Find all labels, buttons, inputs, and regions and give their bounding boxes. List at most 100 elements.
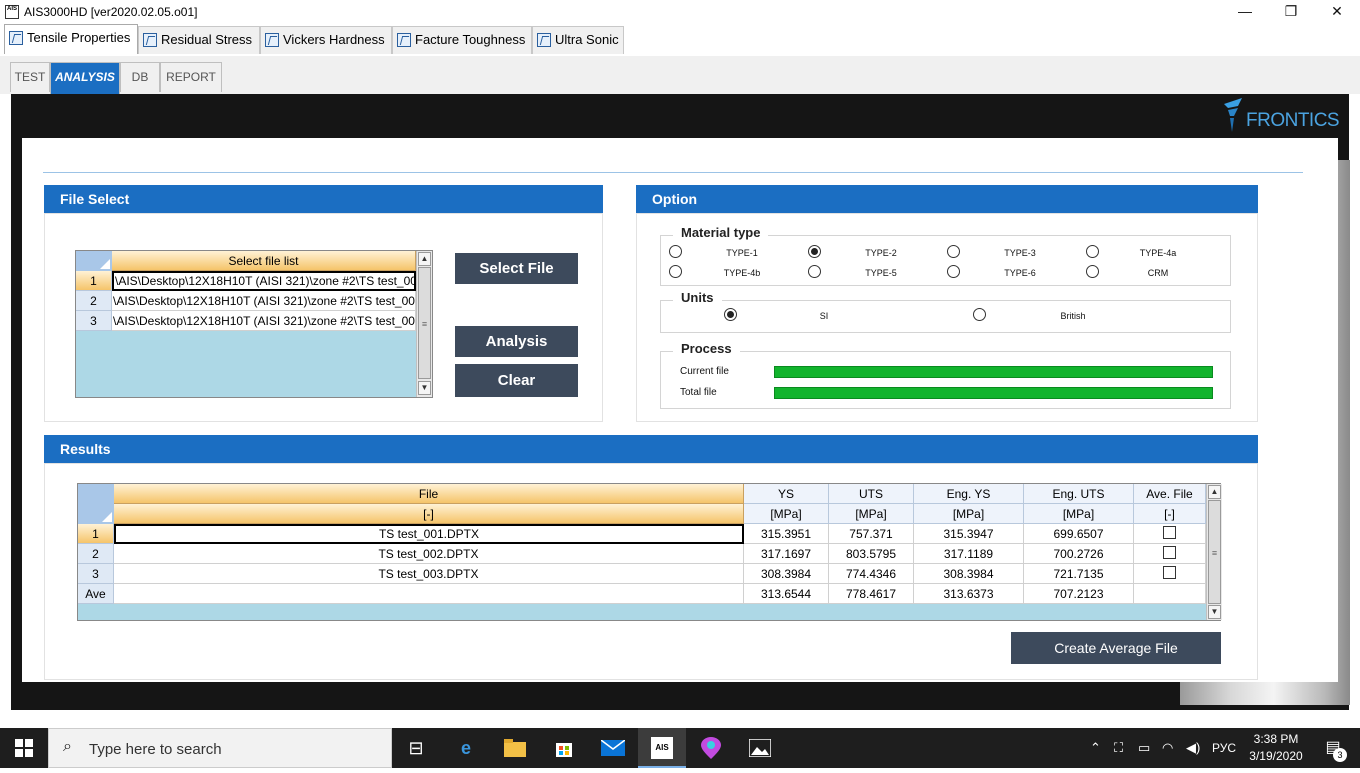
clock-date: 3/19/2020 <box>1249 749 1303 763</box>
radio-type-6[interactable] <box>947 265 960 278</box>
tab-label: Facture Toughness <box>415 32 526 47</box>
radio-type-4a[interactable] <box>1086 245 1099 258</box>
result-file-cell[interactable]: TS test_002.DPTX <box>114 544 744 564</box>
app-icon: AIS <box>5 5 19 19</box>
result-uts-cell[interactable]: 774.4346 <box>829 564 914 584</box>
maximize-button[interactable]: ❐ <box>1268 0 1314 24</box>
file-explorer-icon[interactable] <box>491 728 539 768</box>
clear-button[interactable]: Clear <box>455 364 578 397</box>
average-ys-cell[interactable]: 313.6544 <box>744 584 829 604</box>
store-icon[interactable] <box>540 728 588 768</box>
clock[interactable]: 3:38 PM 3/19/2020 <box>1248 728 1304 768</box>
ave-file-checkbox[interactable] <box>1163 566 1176 579</box>
edge-icon[interactable]: e <box>442 728 490 768</box>
radio-british[interactable] <box>973 308 986 321</box>
option-heading: Option <box>636 185 1258 213</box>
results-scrollbar[interactable]: ▲ ≡ ▼ <box>1206 484 1222 620</box>
action-center-icon[interactable]: ▤ 3 <box>1318 728 1348 768</box>
subtab-analysis[interactable]: ANALYSIS <box>50 62 120 94</box>
file-path-cell[interactable]: \AIS\Desktop\12X18H10T (AISI 321)\zone #… <box>112 311 416 331</box>
analysis-button[interactable]: Analysis <box>455 326 578 357</box>
radio-type-4b[interactable] <box>669 265 682 278</box>
radio-crm[interactable] <box>1086 265 1099 278</box>
file-list-header: Select file list <box>112 251 416 271</box>
scroll-up-icon[interactable]: ▲ <box>418 252 431 266</box>
row-number: 3 <box>78 564 114 584</box>
result-ys-cell[interactable]: 317.1697 <box>744 544 829 564</box>
close-button[interactable]: ✕ <box>1314 0 1360 24</box>
tab-label: Tensile Properties <box>27 30 131 45</box>
select-file-button[interactable]: Select File <box>455 253 578 284</box>
file-path-cell[interactable]: \AIS\Desktop\12X18H10T (AISI 321)\zone #… <box>112 271 416 291</box>
create-average-file-button[interactable]: Create Average File <box>1011 632 1221 664</box>
subtab-report[interactable]: REPORT <box>160 62 222 92</box>
average-uts-cell[interactable]: 778.4617 <box>829 584 914 604</box>
tab-label: Residual Stress <box>161 32 253 47</box>
scroll-down-icon[interactable]: ▼ <box>1208 605 1221 619</box>
scroll-down-icon[interactable]: ▼ <box>418 381 431 395</box>
windows-start-icon[interactable] <box>0 728 48 768</box>
minimize-button[interactable]: — <box>1222 0 1268 24</box>
subtab-db[interactable]: DB <box>120 62 160 92</box>
label-british: British <box>1060 311 1086 321</box>
result-eng-uts-cell[interactable]: 699.6507 <box>1024 524 1134 544</box>
task-view-icon[interactable]: ⊟ <box>392 728 440 768</box>
tab-facture-toughness[interactable]: Facture Toughness <box>392 26 532 54</box>
search-icon: ⌕ <box>63 738 72 755</box>
result-ave-cell <box>1134 544 1206 564</box>
clock-time: 3:38 PM <box>1253 732 1299 746</box>
wifi-icon[interactable]: ◠ <box>1162 728 1173 768</box>
radio-type-2[interactable] <box>808 245 821 258</box>
average-eng-ys-cell[interactable]: 313.6373 <box>914 584 1024 604</box>
total-file-label: Total file <box>680 387 717 398</box>
radio-type-5[interactable] <box>808 265 821 278</box>
row-number: 3 <box>76 311 112 331</box>
file-path-cell[interactable]: \AIS\Desktop\12X18H10T (AISI 321)\zone #… <box>112 291 416 311</box>
scroll-up-icon[interactable]: ▲ <box>1208 485 1221 499</box>
taskbar-search[interactable]: ⌕ Type here to search <box>48 728 392 768</box>
photos-icon[interactable] <box>736 728 784 768</box>
tab-residual-stress[interactable]: Residual Stress <box>138 26 260 54</box>
tab-tensile-properties[interactable]: Tensile Properties <box>4 24 138 54</box>
result-eng-ys-cell[interactable]: 315.3947 <box>914 524 1024 544</box>
ais-app-icon[interactable]: AIS <box>638 728 686 768</box>
chart-icon <box>143 33 157 47</box>
ave-file-checkbox[interactable] <box>1163 546 1176 559</box>
result-eng-uts-cell[interactable]: 721.7135 <box>1024 564 1134 584</box>
volume-icon[interactable]: ◀) <box>1186 728 1200 768</box>
col-ys-unit: [MPa] <box>744 504 829 524</box>
result-file-cell[interactable]: TS test_003.DPTX <box>114 564 744 584</box>
current-file-label: Current file <box>680 366 729 377</box>
result-eng-uts-cell[interactable]: 700.2726 <box>1024 544 1134 564</box>
result-uts-cell[interactable]: 757.371 <box>829 524 914 544</box>
radio-type-3[interactable] <box>947 245 960 258</box>
tab-vickers-hardness[interactable]: Vickers Hardness <box>260 26 392 54</box>
col-file-header: File <box>114 484 744 504</box>
paint3d-icon[interactable] <box>687 728 735 768</box>
row-number: Ave <box>78 584 114 604</box>
search-placeholder: Type here to search <box>89 741 222 758</box>
ave-file-checkbox[interactable] <box>1163 526 1176 539</box>
language-indicator[interactable]: РУС <box>1212 728 1236 768</box>
label-si: SI <box>819 311 829 321</box>
radio-type-1[interactable] <box>669 245 682 258</box>
result-eng-ys-cell[interactable]: 308.3984 <box>914 564 1024 584</box>
result-ys-cell[interactable]: 315.3951 <box>744 524 829 544</box>
current-file-progress <box>774 366 1213 378</box>
result-uts-cell[interactable]: 803.5795 <box>829 544 914 564</box>
scroll-thumb[interactable]: ≡ <box>1208 500 1221 604</box>
result-file-cell[interactable]: TS test_001.DPTX <box>114 524 744 544</box>
scroll-thumb[interactable]: ≡ <box>418 267 431 379</box>
tab-ultra-sonic[interactable]: Ultra Sonic <box>532 26 624 54</box>
radio-si[interactable] <box>724 308 737 321</box>
show-hidden-icons[interactable]: ⌃ <box>1090 728 1101 768</box>
file-list-scrollbar[interactable]: ▲ ≡ ▼ <box>416 251 432 397</box>
network-status-icon[interactable]: ⛶ <box>1114 728 1123 768</box>
material-type-group: Material type <box>660 225 1231 286</box>
subtab-test[interactable]: TEST <box>10 62 50 92</box>
mail-icon[interactable] <box>589 728 637 768</box>
average-eng-uts-cell[interactable]: 707.2123 <box>1024 584 1134 604</box>
result-eng-ys-cell[interactable]: 317.1189 <box>914 544 1024 564</box>
battery-icon[interactable]: ▭ <box>1138 728 1150 768</box>
result-ys-cell[interactable]: 308.3984 <box>744 564 829 584</box>
